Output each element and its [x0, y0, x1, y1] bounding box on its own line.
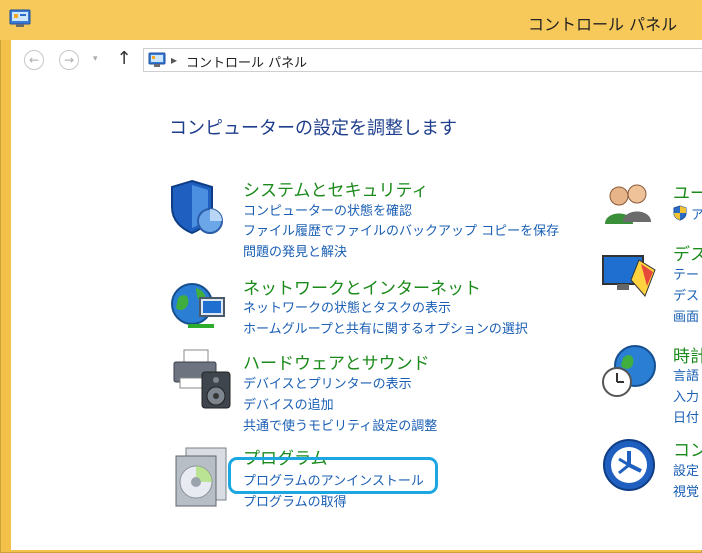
window-title: コントロール パネル [528, 15, 678, 34]
back-button[interactable]: ← [24, 50, 44, 70]
link-mobility-settings[interactable]: 共通で使うモビリティ設定の調整 [243, 415, 437, 434]
category-user-accounts[interactable]: ユー [673, 179, 702, 204]
main-content: コンピューターの設定を調整します システムとセキュリティ コンピューターの状態を… [11, 80, 702, 550]
programs-disc-icon [175, 447, 227, 507]
title-bar: コントロール パネル [0, 0, 702, 40]
link-view-devices-printers[interactable]: デバイスとプリンターの表示 [243, 373, 412, 392]
link-appearance-1[interactable]: テー [673, 264, 699, 283]
printer-speaker-icon [173, 349, 231, 409]
link-file-history-backup[interactable]: ファイル履歴でファイルのバックアップ コピーを保存 [243, 220, 559, 239]
link-homegroup-sharing-options[interactable]: ホームグループと共有に関するオプションの選択 [243, 318, 528, 337]
clock-globe-icon [602, 345, 656, 397]
breadcrumb-chevron-icon[interactable]: ▸ [171, 50, 177, 70]
address-bar[interactable]: ▸ コントロール パネル [143, 48, 702, 72]
link-user-accounts-partial[interactable]: ア [691, 204, 702, 223]
link-view-network-status[interactable]: ネットワークの状態とタスクの表示 [243, 297, 451, 316]
link-find-fix-problems[interactable]: 問題の発見と解決 [243, 241, 347, 260]
desktop-appearance-icon [602, 255, 656, 297]
navigation-bar: ← → ▾ ↑ ▸ コントロール パネル [11, 40, 702, 80]
link-clock-1[interactable]: 言語 [673, 365, 699, 384]
link-ease-2[interactable]: 視覚 [673, 481, 699, 500]
category-hardware-sound[interactable]: ハードウェアとサウンド [243, 349, 430, 374]
category-ease-of-access[interactable]: コン [673, 436, 702, 461]
network-globe-icon [171, 283, 225, 328]
users-icon [605, 184, 651, 224]
link-clock-3[interactable]: 日付 [673, 407, 699, 426]
control-panel-icon [9, 9, 31, 27]
ease-of-access-icon [603, 439, 655, 491]
category-appearance[interactable]: デス [673, 240, 702, 265]
link-add-device[interactable]: デバイスの追加 [243, 394, 334, 413]
link-appearance-2[interactable]: デス [673, 285, 699, 304]
link-ease-1[interactable]: 設定 [673, 460, 699, 479]
category-network-internet[interactable]: ネットワークとインターネット [243, 274, 481, 299]
shield-icon [171, 179, 223, 235]
uninstall-highlight-outline [228, 457, 438, 494]
forward-button[interactable]: → [59, 50, 79, 70]
link-appearance-3[interactable]: 画面 [673, 306, 699, 325]
recent-locations-dropdown[interactable]: ▾ [93, 52, 103, 66]
category-system-security[interactable]: システムとセキュリティ [243, 176, 428, 201]
page-title: コンピューターの設定を調整します [169, 118, 457, 139]
link-clock-2[interactable]: 入力 [673, 386, 699, 405]
category-clock-region[interactable]: 時計 [673, 342, 702, 367]
uac-shield-icon [673, 205, 687, 221]
up-button[interactable]: ↑ [115, 49, 133, 69]
control-panel-icon [148, 52, 166, 67]
link-check-computer-status[interactable]: コンピューターの状態を確認 [243, 200, 412, 219]
breadcrumb-control-panel[interactable]: コントロール パネル [186, 52, 307, 71]
